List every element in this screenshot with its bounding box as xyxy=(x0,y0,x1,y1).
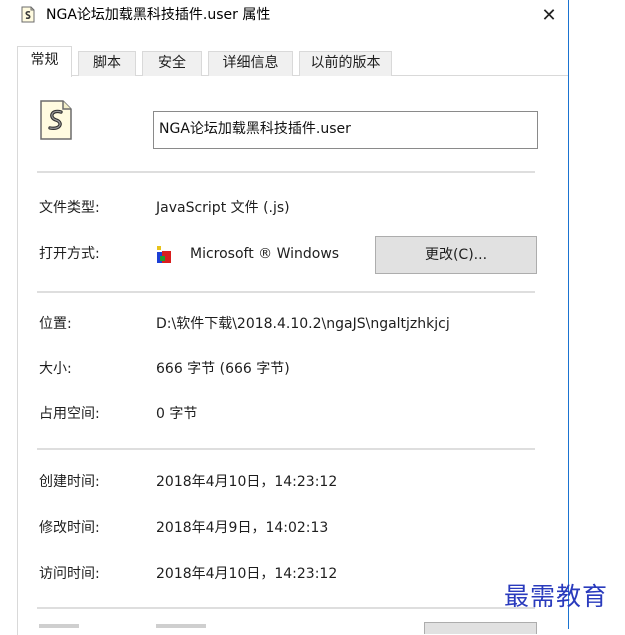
created-value: 2018年4月10日，14:23:12 xyxy=(156,474,338,490)
attributes-label-partial xyxy=(39,624,79,628)
opens-with-value: Microsoft ® Windows xyxy=(190,246,340,262)
location-label: 位置: xyxy=(39,316,72,332)
windows-script-host-icon xyxy=(155,243,177,265)
divider xyxy=(37,448,535,450)
close-button[interactable]: ✕ xyxy=(530,0,568,30)
tab-general[interactable]: 常规 xyxy=(17,46,72,77)
filename-field[interactable]: NGA论坛加载黑科技插件.user xyxy=(153,111,538,149)
tab-script[interactable]: 脚本 xyxy=(78,51,136,76)
script-file-icon xyxy=(21,6,35,23)
size-on-disk-value: 0 字节 xyxy=(156,406,198,422)
advanced-button[interactable] xyxy=(424,622,537,634)
tab-details[interactable]: 详细信息 xyxy=(208,51,293,76)
modified-label: 修改时间: xyxy=(39,520,100,536)
divider xyxy=(37,291,535,293)
tab-security[interactable]: 安全 xyxy=(142,51,202,76)
size-label: 大小: xyxy=(39,361,72,377)
attributes-checkbox-partial[interactable] xyxy=(156,624,206,628)
modified-value: 2018年4月9日，14:02:13 xyxy=(156,520,329,536)
properties-dialog: NGA论坛加载黑科技插件.user 属性 ✕ 常规 脚本 安全 详细信息 以前的… xyxy=(0,0,569,635)
window-title: NGA论坛加载黑科技插件.user 属性 xyxy=(46,7,271,23)
script-file-icon xyxy=(39,99,73,141)
tab-panel-general xyxy=(17,75,568,635)
file-type-label: 文件类型: xyxy=(39,200,100,216)
location-value: D:\软件下载\2018.4.10.2\ngaJS\ngaltjzhkjcj xyxy=(156,316,450,332)
divider xyxy=(37,607,535,609)
file-type-value: JavaScript 文件 (.js) xyxy=(156,200,290,216)
title-bar[interactable]: NGA论坛加载黑科技插件.user 属性 ✕ xyxy=(0,0,568,30)
filename-text: NGA论坛加载黑科技插件.user xyxy=(159,121,351,137)
size-on-disk-label: 占用空间: xyxy=(39,406,100,422)
watermark-text: 最需教育 xyxy=(504,582,609,611)
created-label: 创建时间: xyxy=(39,474,100,490)
change-button[interactable]: 更改(C)... xyxy=(375,236,537,274)
window-border xyxy=(568,0,569,629)
tab-previous-versions[interactable]: 以前的版本 xyxy=(299,51,392,76)
opens-with-label: 打开方式: xyxy=(39,246,100,262)
accessed-label: 访问时间: xyxy=(39,566,100,582)
divider xyxy=(37,171,535,173)
size-value: 666 字节 (666 字节) xyxy=(156,361,290,377)
accessed-value: 2018年4月10日，14:23:12 xyxy=(156,566,338,582)
close-icon: ✕ xyxy=(541,4,557,26)
